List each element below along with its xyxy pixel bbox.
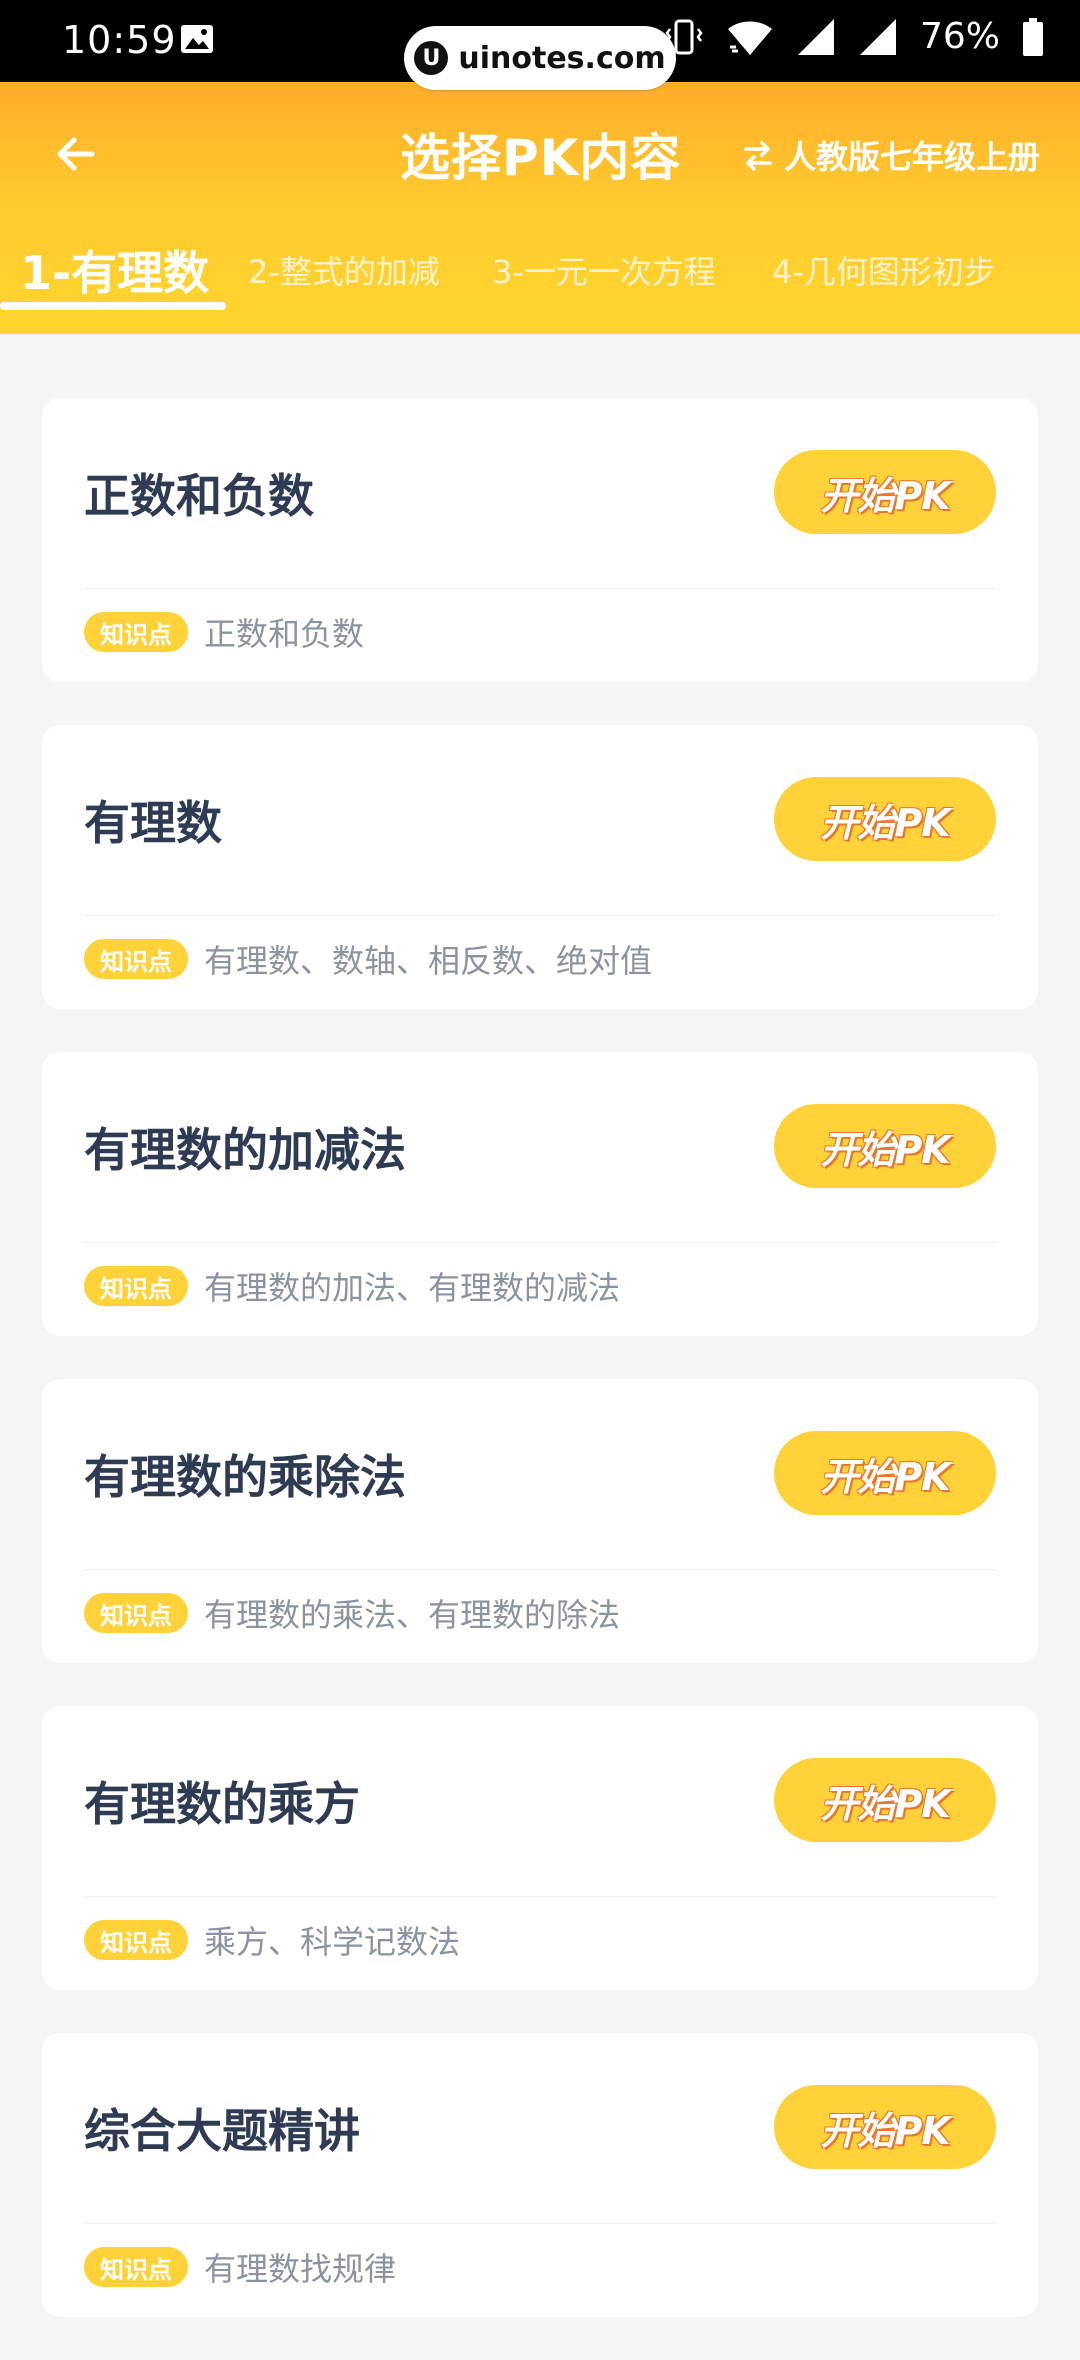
knowledge-text: 有理数的乘法、有理数的除法 xyxy=(204,1596,621,1634)
lesson-card[interactable]: 有理数的乘除法 开始PK 知识点 有理数的乘法、有理数的除法 xyxy=(42,1379,1038,1663)
divider xyxy=(84,588,996,589)
wifi-icon xyxy=(727,21,772,55)
active-tab-indicator xyxy=(0,302,226,310)
lesson-title: 综合大题精讲 xyxy=(84,2104,360,2158)
lesson-card[interactable]: 综合大题精讲 开始PK 知识点 有理数找规律 xyxy=(42,2033,1038,2317)
watermark-logo-icon: U xyxy=(414,41,449,75)
knowledge-badge: 知识点 xyxy=(84,2247,188,2287)
status-time: 10:59 xyxy=(62,18,177,62)
lesson-title: 有理数 xyxy=(84,796,222,850)
lesson-title: 有理数的加减法 xyxy=(84,1123,406,1177)
tab-label: 4-几何图形初步 xyxy=(772,253,996,291)
knowledge-badge: 知识点 xyxy=(84,1266,188,1306)
status-icons: 76% xyxy=(664,16,1044,57)
watermark-text: uinotes.com xyxy=(458,40,666,76)
page-title: 选择PK内容 xyxy=(400,129,682,187)
tab-chapter-2[interactable]: 2-整式的加减 xyxy=(248,220,440,320)
arrow-left-icon xyxy=(57,137,95,171)
tab-chapter-4[interactable]: 4-几何图形初步 xyxy=(772,220,996,320)
lesson-card[interactable]: 正数和负数 开始PK 知识点 正数和负数 xyxy=(42,398,1038,682)
divider xyxy=(84,1242,996,1243)
divider xyxy=(84,1896,996,1897)
edition-switch-button[interactable]: 人教版七年级上册 xyxy=(740,132,1040,178)
lesson-list: 正数和负数 开始PK 知识点 正数和负数 有理数 开始PK 知识点 有理数、数轴… xyxy=(42,398,1038,2360)
battery-percent: 76% xyxy=(919,16,1000,57)
tab-label: 2-整式的加减 xyxy=(248,253,440,291)
knowledge-text: 有理数的加法、有理数的减法 xyxy=(204,1269,621,1307)
knowledge-points: 知识点 有理数的加法、有理数的减法 xyxy=(84,1264,620,1308)
swap-icon xyxy=(744,141,772,171)
back-button[interactable] xyxy=(44,122,108,186)
knowledge-badge: 知识点 xyxy=(84,939,188,979)
gallery-icon xyxy=(181,25,213,53)
start-pk-button[interactable]: 开始PK xyxy=(774,1431,996,1515)
knowledge-points: 知识点 有理数的乘法、有理数的除法 xyxy=(84,1591,620,1635)
knowledge-text: 有理数找规律 xyxy=(204,2250,397,2288)
tab-label: 3-一元一次方程 xyxy=(492,253,716,291)
lesson-card[interactable]: 有理数的乘方 开始PK 知识点 乘方、科学记数法 xyxy=(42,1706,1038,1990)
lesson-title: 正数和负数 xyxy=(84,469,314,523)
knowledge-points: 知识点 乘方、科学记数法 xyxy=(84,1918,460,1962)
chapter-tabs: 1-有理数 2-整式的加减 3-一元一次方程 4-几何图形初步 xyxy=(0,220,1080,334)
header: 选择PK内容 人教版七年级上册 1-有理数 2-整式的加减 3-一元一次方程 4… xyxy=(0,82,1080,334)
knowledge-badge: 知识点 xyxy=(84,1920,188,1960)
start-pk-button[interactable]: 开始PK xyxy=(774,777,996,861)
start-pk-button[interactable]: 开始PK xyxy=(774,2085,996,2169)
edition-label: 人教版七年级上册 xyxy=(783,138,1040,176)
battery-icon xyxy=(1023,17,1043,56)
knowledge-text: 乘方、科学记数法 xyxy=(204,1923,461,1961)
knowledge-points: 知识点 有理数、数轴、相反数、绝对值 xyxy=(84,937,652,981)
watermark: U uinotes.com xyxy=(404,26,676,90)
lesson-title: 有理数的乘方 xyxy=(84,1777,360,1831)
knowledge-points: 知识点 有理数找规律 xyxy=(84,2245,396,2289)
start-pk-button[interactable]: 开始PK xyxy=(774,450,996,534)
divider xyxy=(84,2223,996,2224)
knowledge-text: 有理数、数轴、相反数、绝对值 xyxy=(204,942,653,980)
lesson-title: 有理数的乘除法 xyxy=(84,1450,406,1504)
tab-chapter-3[interactable]: 3-一元一次方程 xyxy=(492,220,716,320)
divider xyxy=(84,915,996,916)
start-pk-button[interactable]: 开始PK xyxy=(774,1104,996,1188)
divider xyxy=(84,1569,996,1570)
knowledge-text: 正数和负数 xyxy=(204,615,365,653)
lesson-card[interactable]: 有理数的加减法 开始PK 知识点 有理数的加法、有理数的减法 xyxy=(42,1052,1038,1336)
tab-label: 1-有理数 xyxy=(20,246,210,300)
signal-icon xyxy=(797,18,834,55)
knowledge-badge: 知识点 xyxy=(84,1593,188,1633)
knowledge-badge: 知识点 xyxy=(84,612,188,652)
lesson-card[interactable]: 有理数 开始PK 知识点 有理数、数轴、相反数、绝对值 xyxy=(42,725,1038,1009)
start-pk-button[interactable]: 开始PK xyxy=(774,1758,996,1842)
knowledge-points: 知识点 正数和负数 xyxy=(84,610,364,654)
signal-icon xyxy=(859,18,896,55)
